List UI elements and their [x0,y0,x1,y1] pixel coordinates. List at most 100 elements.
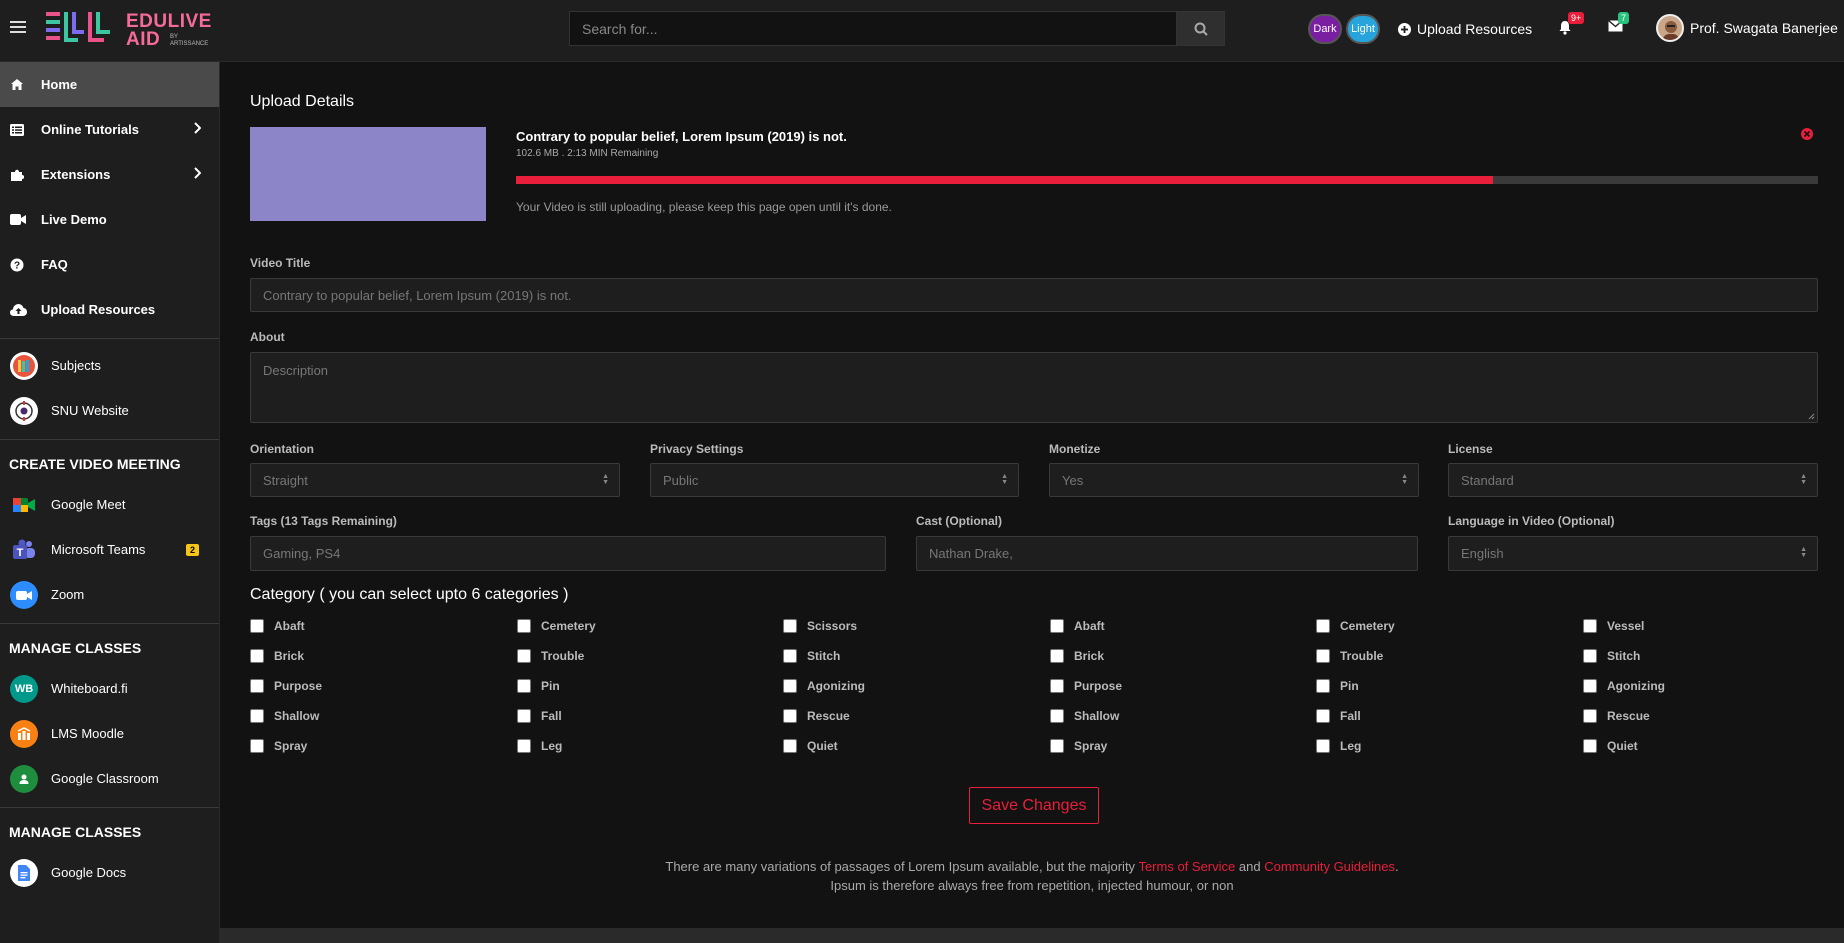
sidebar-item-whiteboard[interactable]: WB Whiteboard.fi [0,666,219,711]
sidebar-item-snu-website[interactable]: SNU Website [0,388,219,433]
checkbox[interactable] [250,619,264,633]
about-textarea[interactable]: Description [250,352,1818,423]
category-checkbox[interactable]: Vessel [1583,614,1665,644]
sidebar-item-lms-moodle[interactable]: LMS Moodle [0,711,219,756]
category-checkbox[interactable]: Quiet [783,734,865,764]
category-checkbox[interactable]: Rescue [783,704,865,734]
checkbox[interactable] [517,739,531,753]
checkbox[interactable] [1050,709,1064,723]
video-title-field[interactable]: Contrary to popular belief, Lorem Ipsum … [250,278,1818,312]
orientation-select[interactable]: Straight ▲ ▼ [250,463,620,497]
privacy-select[interactable]: Public ▲ ▼ [650,463,1019,497]
theme-dark-button[interactable]: Dark [1308,14,1342,44]
category-checkbox[interactable]: Agonizing [783,674,865,704]
sidebar-item-live-demo[interactable]: Live Demo [0,197,219,242]
checkbox[interactable] [1316,649,1330,663]
checkbox[interactable] [1050,649,1064,663]
checkbox[interactable] [1583,619,1597,633]
category-checkbox[interactable]: Agonizing [1583,674,1665,704]
sidebar-item-microsoft-teams[interactable]: T Microsoft Teams 2 [0,527,219,572]
checkbox[interactable] [783,679,797,693]
sidebar-item-zoom[interactable]: Zoom [0,572,219,617]
checkbox[interactable] [250,709,264,723]
license-select[interactable]: Standard ▲ ▼ [1448,463,1818,497]
checkbox[interactable] [783,709,797,723]
category-checkbox[interactable]: Spray [250,734,322,764]
checkbox[interactable] [1583,649,1597,663]
checkbox[interactable] [1316,709,1330,723]
logo[interactable]: EDULIVE AID BY ARTISSANCE [46,10,211,49]
checkbox[interactable] [1316,739,1330,753]
monetize-select[interactable]: Yes ▲ ▼ [1049,463,1419,497]
save-changes-button[interactable]: Save Changes [969,787,1099,824]
category-checkbox[interactable]: Stitch [783,644,865,674]
user-menu[interactable]: Prof. Swagata Banerjee [1656,14,1838,42]
cast-input[interactable]: Nathan Drake, [916,536,1418,571]
guidelines-link[interactable]: Community Guidelines [1264,859,1395,874]
checkbox[interactable] [250,649,264,663]
checkbox[interactable] [783,739,797,753]
sidebar-item-google-meet[interactable]: Google Meet [0,482,219,527]
checkbox[interactable] [517,679,531,693]
category-checkbox[interactable]: Rescue [1583,704,1665,734]
sidebar-item-home[interactable]: Home [0,62,219,107]
category-checkbox[interactable]: Fall [1316,704,1395,734]
category-checkbox[interactable]: Trouble [1316,644,1395,674]
sidebar-item-online-tutorials[interactable]: Online Tutorials [0,107,219,152]
sidebar-item-upload-resources[interactable]: Upload Resources [0,287,219,332]
sidebar-item-google-classroom[interactable]: Google Classroom [0,756,219,801]
checkbox[interactable] [517,619,531,633]
category-checkbox[interactable]: Leg [517,734,596,764]
checkbox[interactable] [250,679,264,693]
video-icon [10,214,30,225]
category-checkbox[interactable]: Brick [250,644,322,674]
search-input[interactable] [569,11,1176,46]
resize-handle-icon[interactable] [1808,413,1815,420]
tags-input[interactable]: Gaming, PS4 [250,536,886,571]
checkbox[interactable] [1050,739,1064,753]
notifications-button[interactable]: 9+ [1558,12,1585,38]
category-checkbox[interactable]: Brick [1050,644,1122,674]
category-checkbox[interactable]: Abaft [250,614,322,644]
checkbox[interactable] [250,739,264,753]
category-checkbox[interactable]: Shallow [250,704,322,734]
category-checkbox[interactable]: Cemetery [1316,614,1395,644]
checkbox[interactable] [783,619,797,633]
category-checkbox[interactable]: Scissors [783,614,865,644]
category-checkbox[interactable]: Purpose [250,674,322,704]
category-checkbox[interactable]: Pin [1316,674,1395,704]
checkbox[interactable] [1583,679,1597,693]
category-checkbox[interactable]: Cemetery [517,614,596,644]
messages-button[interactable]: 7 [1608,12,1630,35]
sidebar-item-subjects[interactable]: Subjects [0,343,219,388]
checkbox[interactable] [1316,679,1330,693]
terms-link[interactable]: Terms of Service [1138,859,1235,874]
category-checkbox[interactable]: Quiet [1583,734,1665,764]
category-checkbox[interactable]: Spray [1050,734,1122,764]
sidebar-item-extensions[interactable]: Extensions [0,152,219,197]
search-button[interactable] [1176,11,1225,46]
language-select[interactable]: English ▲ ▼ [1448,536,1818,571]
category-checkbox[interactable]: Leg [1316,734,1395,764]
sidebar-item-google-docs[interactable]: Google Docs [0,850,219,895]
checkbox[interactable] [1583,739,1597,753]
category-checkbox[interactable]: Purpose [1050,674,1122,704]
category-checkbox[interactable]: Pin [517,674,596,704]
theme-light-button[interactable]: Light [1346,14,1380,44]
sidebar-item-faq[interactable]: ? FAQ [0,242,219,287]
category-checkbox[interactable]: Fall [517,704,596,734]
checkbox[interactable] [1050,619,1064,633]
checkbox[interactable] [783,649,797,663]
category-checkbox[interactable]: Stitch [1583,644,1665,674]
hamburger-menu-icon[interactable] [10,18,26,34]
checkbox[interactable] [517,649,531,663]
checkbox[interactable] [517,709,531,723]
category-checkbox[interactable]: Shallow [1050,704,1122,734]
checkbox[interactable] [1050,679,1064,693]
category-checkbox[interactable]: Abaft [1050,614,1122,644]
checkbox[interactable] [1583,709,1597,723]
checkbox[interactable] [1316,619,1330,633]
upload-resources-button[interactable]: Upload Resources [1398,21,1532,37]
category-checkbox[interactable]: Trouble [517,644,596,674]
cancel-upload-icon[interactable] [1801,128,1813,140]
